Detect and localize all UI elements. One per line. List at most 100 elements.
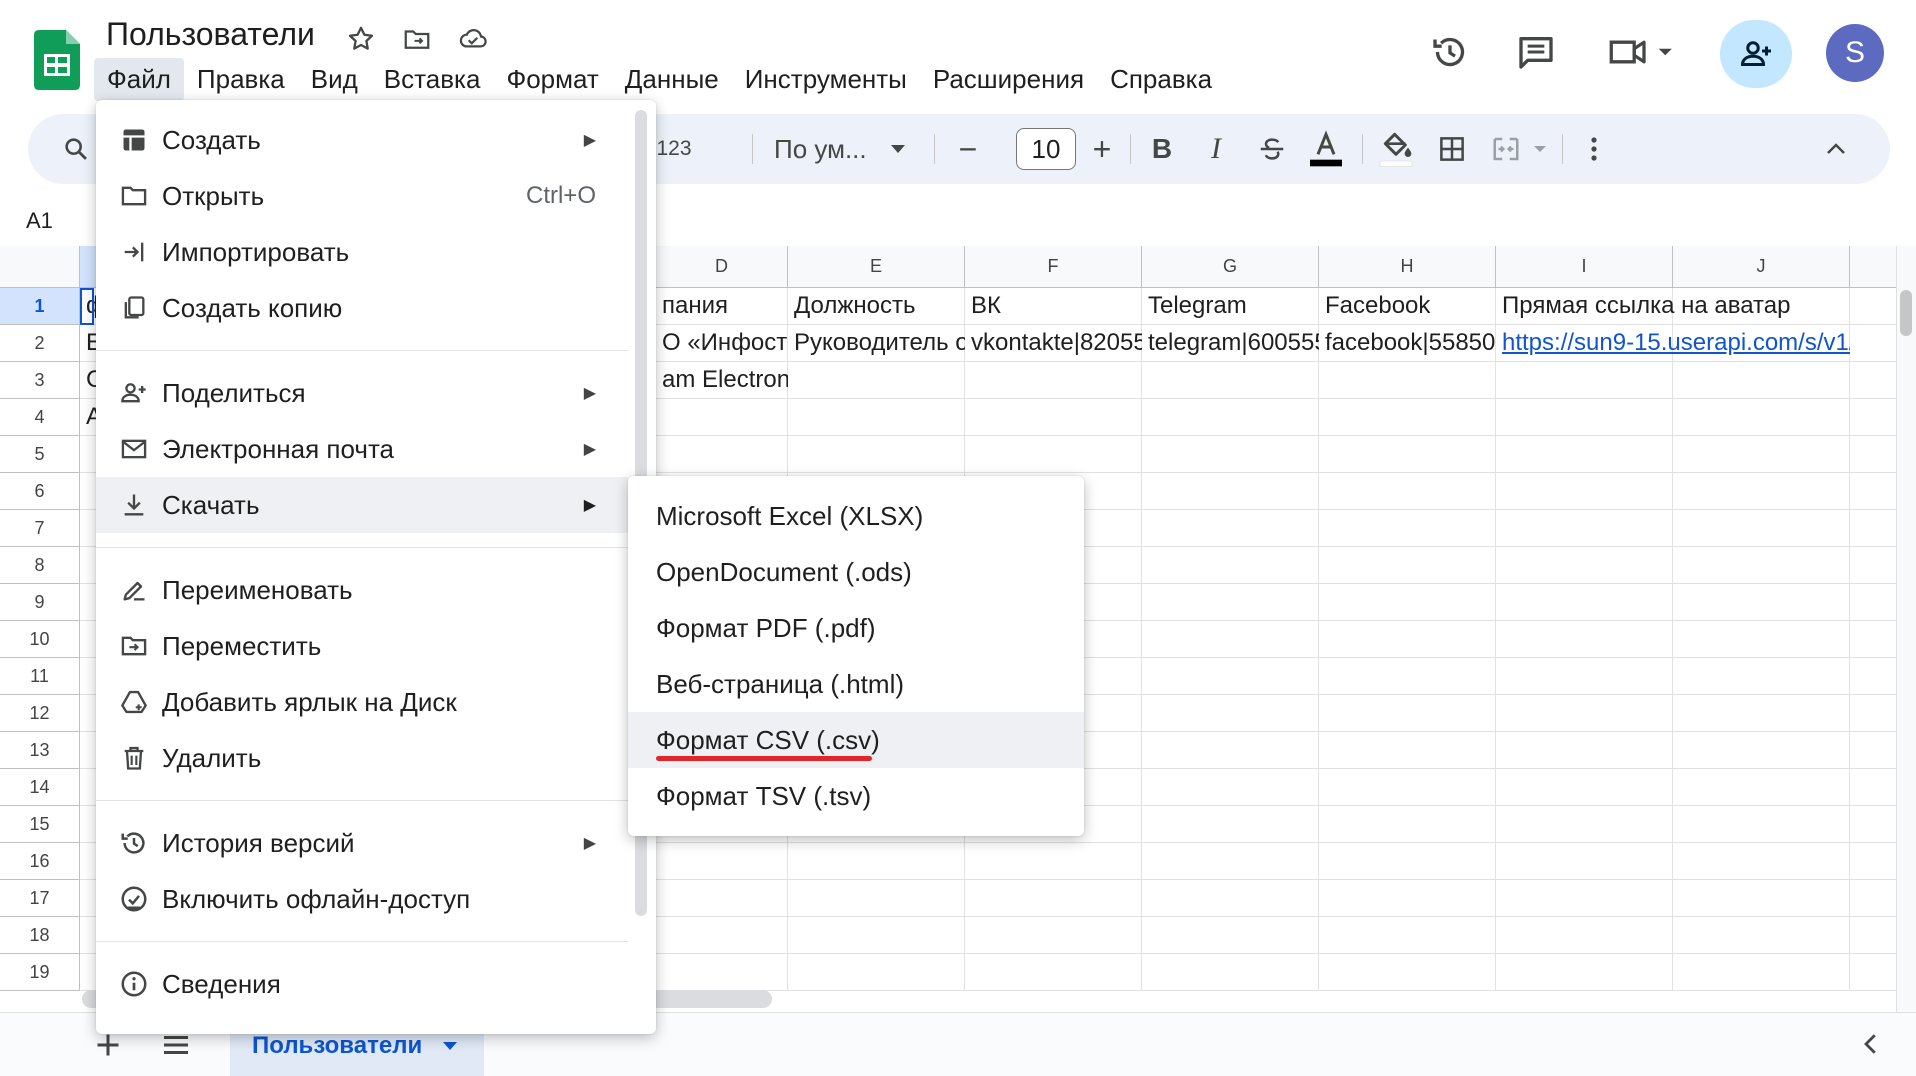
grid-cell[interactable] xyxy=(1850,769,1896,806)
row-header[interactable]: 4 xyxy=(0,399,80,436)
row-header[interactable]: 6 xyxy=(0,473,80,510)
cell-value[interactable]: ВК xyxy=(965,288,1142,325)
grid-cell[interactable] xyxy=(1142,732,1319,769)
grid-cell[interactable] xyxy=(1319,954,1496,991)
grid-cell[interactable] xyxy=(1850,917,1896,954)
menu-item-download[interactable]: Скачать ▶ xyxy=(96,477,628,533)
grid-cell[interactable] xyxy=(1142,695,1319,732)
menu-item-delete[interactable]: Удалить xyxy=(96,730,628,786)
menu-item-details[interactable]: Сведения xyxy=(96,956,628,1012)
grid-cell[interactable] xyxy=(1850,584,1896,621)
grid-cell[interactable] xyxy=(1142,769,1319,806)
grid-cell[interactable] xyxy=(1142,362,1319,399)
grid-cell[interactable] xyxy=(1673,695,1850,732)
grid-cell[interactable] xyxy=(1142,436,1319,473)
row-header[interactable]: 5 xyxy=(0,436,80,473)
grid-cell[interactable] xyxy=(1142,473,1319,510)
cell-value[interactable]: О «Инфосто xyxy=(656,325,788,362)
grid-cell[interactable] xyxy=(788,954,965,991)
menu-data[interactable]: Данные xyxy=(612,58,732,101)
select-all-corner[interactable] xyxy=(0,246,80,288)
bold-button[interactable]: B xyxy=(1140,114,1184,184)
grid-cell[interactable] xyxy=(1496,510,1673,547)
grid-cell[interactable] xyxy=(1142,917,1319,954)
cell-value[interactable]: Facebook xyxy=(1319,288,1496,325)
grid-cell[interactable] xyxy=(1496,547,1673,584)
grid-cell[interactable] xyxy=(1673,436,1850,473)
row-header[interactable]: 10 xyxy=(0,621,80,658)
more-options-icon[interactable] xyxy=(1572,114,1616,184)
menu-item-add-shortcut[interactable]: Добавить ярлык на Диск xyxy=(96,674,628,730)
grid-cell[interactable] xyxy=(656,880,788,917)
grid-cell[interactable] xyxy=(1319,732,1496,769)
grid-cell[interactable] xyxy=(1673,621,1850,658)
text-color-icon[interactable] xyxy=(1302,114,1350,184)
grid-cell[interactable] xyxy=(1673,658,1850,695)
row-header[interactable]: 16 xyxy=(0,843,80,880)
grid-cell[interactable] xyxy=(1673,880,1850,917)
grid-cell[interactable] xyxy=(1496,843,1673,880)
grid-cell[interactable] xyxy=(1142,658,1319,695)
row-header[interactable]: 12 xyxy=(0,695,80,732)
menu-insert[interactable]: Вставка xyxy=(371,58,494,101)
share-button[interactable] xyxy=(1720,20,1792,88)
grid-cell[interactable] xyxy=(1496,769,1673,806)
menu-item-rename[interactable]: Переименовать xyxy=(96,562,628,618)
row-header[interactable]: 11 xyxy=(0,658,80,695)
cell-value[interactable]: vkontakte|82055 xyxy=(965,325,1142,362)
column-header-k[interactable] xyxy=(1850,246,1896,288)
grid-cell[interactable] xyxy=(1673,843,1850,880)
meet-icon[interactable] xyxy=(1604,28,1684,76)
avatar-link[interactable]: https://sun9-15.userapi.com/s/v1/ig2/R xyxy=(1502,329,1850,356)
grid-cell[interactable] xyxy=(1142,510,1319,547)
download-tsv[interactable]: Формат TSV (.tsv) xyxy=(628,768,1084,824)
grid-cell[interactable] xyxy=(1496,658,1673,695)
menu-item-import[interactable]: Импортировать xyxy=(96,224,628,280)
cell-value[interactable]: facebook|55850 xyxy=(1319,325,1496,362)
menu-edit[interactable]: Правка xyxy=(184,58,298,101)
cell-value[interactable]: Руководитель о xyxy=(788,325,965,362)
font-dropdown-icon[interactable] xyxy=(886,114,910,184)
column-header-e[interactable]: E xyxy=(788,246,965,288)
grid-cell[interactable] xyxy=(1319,399,1496,436)
grid-cell[interactable] xyxy=(1673,547,1850,584)
grid-cell[interactable] xyxy=(1319,917,1496,954)
cloud-saved-icon[interactable] xyxy=(456,22,490,56)
menu-item-make-copy[interactable]: Создать копию xyxy=(96,280,628,336)
menu-item-version-history[interactable]: История версий ▶ xyxy=(96,815,628,871)
grid-cell[interactable] xyxy=(1319,547,1496,584)
menu-extensions[interactable]: Расширения xyxy=(920,58,1097,101)
grid-cell[interactable] xyxy=(1319,584,1496,621)
borders-icon[interactable] xyxy=(1428,114,1476,184)
search-menus-icon[interactable] xyxy=(56,114,96,184)
italic-button[interactable]: I xyxy=(1194,114,1238,184)
download-ods[interactable]: OpenDocument (.ods) xyxy=(628,544,1084,600)
grid-cell[interactable] xyxy=(1142,547,1319,584)
grid-cell[interactable] xyxy=(1496,399,1673,436)
row-header[interactable]: 19 xyxy=(0,954,80,991)
download-pdf[interactable]: Формат PDF (.pdf) xyxy=(628,600,1084,656)
grid-cell[interactable] xyxy=(965,843,1142,880)
grid-cell[interactable] xyxy=(965,954,1142,991)
grid-cell[interactable] xyxy=(788,880,965,917)
row-header[interactable]: 1 xyxy=(0,288,80,325)
grid-cell[interactable] xyxy=(1142,399,1319,436)
grid-cell[interactable] xyxy=(1850,732,1896,769)
download-xlsx[interactable]: Microsoft Excel (XLSX) xyxy=(628,488,1084,544)
grid-cell[interactable] xyxy=(1673,732,1850,769)
row-header[interactable]: 15 xyxy=(0,806,80,843)
column-header-g[interactable]: G xyxy=(1142,246,1319,288)
grid-cell[interactable] xyxy=(1496,362,1673,399)
grid-cell[interactable] xyxy=(656,843,788,880)
grid-cell[interactable] xyxy=(1142,806,1319,843)
increase-font-size-button[interactable]: + xyxy=(1084,114,1120,184)
menu-item-share[interactable]: Поделиться ▶ xyxy=(96,365,628,421)
grid-cell[interactable] xyxy=(1850,510,1896,547)
grid-cell[interactable] xyxy=(1850,658,1896,695)
row-header[interactable]: 2 xyxy=(0,325,80,362)
grid-cell[interactable] xyxy=(1673,473,1850,510)
grid-cell[interactable] xyxy=(1673,917,1850,954)
grid-cell[interactable] xyxy=(965,917,1142,954)
grid-cell[interactable] xyxy=(1850,806,1896,843)
comments-icon[interactable] xyxy=(1512,28,1560,76)
